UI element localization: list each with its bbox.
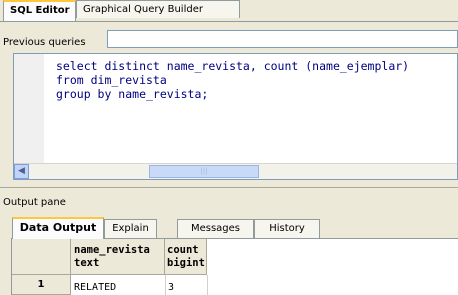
scrollbar-thumb[interactable]: |||: [149, 165, 259, 178]
output-pane-title: Output pane: [3, 197, 66, 208]
column-type: text: [74, 257, 100, 269]
tab-messages[interactable]: Messages: [177, 219, 254, 239]
tab-label: SQL Editor: [10, 5, 70, 16]
previous-queries-dropdown[interactable]: [107, 30, 458, 48]
column-header-count[interactable]: count bigint: [165, 239, 207, 275]
tab-label: Graphical Query Builder: [83, 4, 203, 15]
editor-tab-bar: SQL Editor Graphical Query Builder: [0, 0, 458, 22]
tab-history[interactable]: History: [254, 219, 320, 239]
tab-graphical-query-builder[interactable]: Graphical Query Builder: [76, 0, 240, 18]
tab-label: Explain: [112, 223, 149, 234]
tab-sql-editor[interactable]: SQL Editor: [3, 0, 76, 21]
grid-corner[interactable]: [12, 239, 71, 275]
column-name: count: [167, 244, 199, 256]
tab-label: Data Output: [19, 221, 97, 234]
tab-bar-divider: [0, 21, 458, 22]
cell-divider: [165, 275, 166, 295]
tab-label: Messages: [190, 223, 241, 234]
code-line: from dim_revista: [56, 73, 167, 87]
sql-code[interactable]: select distinct name_revista, count (nam…: [56, 59, 409, 101]
horizontal-scrollbar[interactable]: ◀ |||: [14, 163, 457, 179]
output-tab-bar: Data Output Explain Messages History: [11, 217, 458, 239]
tab-explain[interactable]: Explain: [104, 219, 157, 239]
data-grid: name_revista text count bigint 1 RELATED…: [11, 239, 458, 295]
column-header-name-revista[interactable]: name_revista text: [71, 239, 165, 275]
tab-label: History: [269, 223, 305, 234]
column-name: name_revista: [74, 244, 150, 256]
arrow-left-icon[interactable]: ◀: [14, 164, 29, 179]
previous-queries-label: Previous queries: [3, 37, 86, 48]
table-cell[interactable]: RELATED: [74, 282, 116, 293]
grip-icon: |||: [200, 167, 208, 175]
code-line: select distinct name_revista, count (nam…: [56, 59, 410, 73]
row-header[interactable]: 1: [12, 275, 71, 295]
cell-divider: [207, 275, 208, 295]
pane-splitter[interactable]: [0, 187, 458, 188]
row-number: 1: [37, 279, 45, 290]
column-type: bigint: [167, 257, 205, 269]
code-line: group by name_revista;: [56, 87, 209, 101]
line-number-gutter: [14, 54, 44, 165]
sql-editor[interactable]: select distinct name_revista, count (nam…: [13, 53, 458, 180]
tab-data-output[interactable]: Data Output: [12, 217, 104, 239]
table-cell[interactable]: 3: [168, 282, 174, 293]
